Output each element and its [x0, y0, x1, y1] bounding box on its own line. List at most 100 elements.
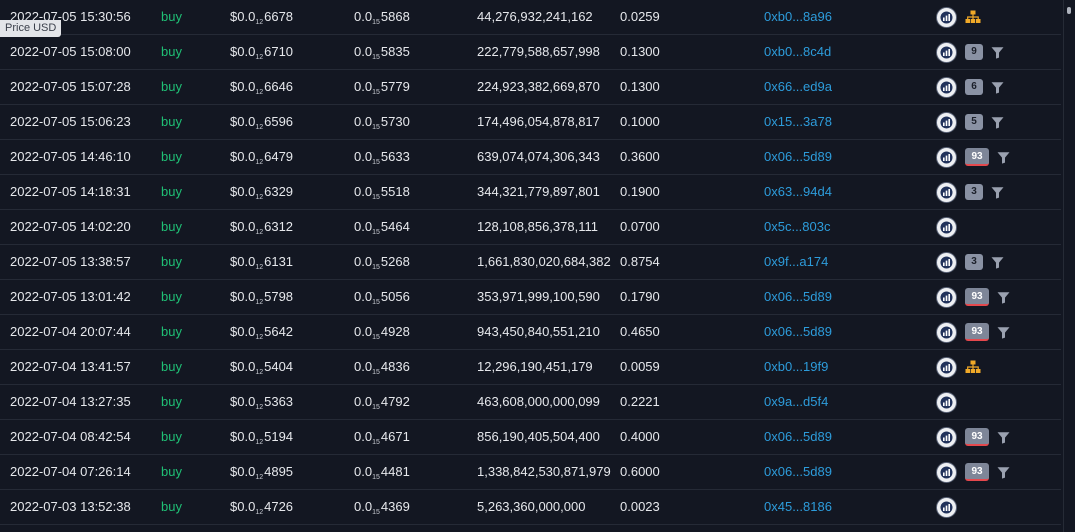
etherscan-icon[interactable] — [936, 6, 957, 28]
etherscan-icon[interactable] — [936, 41, 957, 63]
etherscan-icon[interactable] — [936, 426, 957, 448]
price-zero-count: 12 — [255, 194, 264, 201]
etherscan-icon[interactable] — [936, 111, 957, 133]
maker-address-link[interactable]: 0x63...94d4 — [764, 175, 832, 209]
filter-icon[interactable] — [991, 116, 1004, 129]
maker-address-link[interactable]: 0x9a...d5f4 — [764, 385, 828, 419]
scrollbar-thumb[interactable] — [1067, 7, 1071, 14]
etherscan-icon[interactable] — [936, 251, 957, 273]
trade-amount: 639,074,074,306,343 — [477, 149, 600, 164]
etherscan-icon[interactable] — [936, 216, 957, 238]
maker-address-link[interactable]: 0xb0...8a96 — [764, 0, 832, 34]
trade-price-native: 0.0154481 — [354, 455, 410, 489]
trade-price-native: 0.0155056 — [354, 280, 410, 314]
trade-total: 0.0023 — [620, 499, 660, 514]
row-actions: 93 — [936, 455, 1010, 489]
maker-address-link[interactable]: 0x06...5d89 — [764, 280, 832, 314]
trade-amount: 224,923,382,669,870 — [477, 79, 600, 94]
row-actions — [936, 385, 957, 419]
maker-address-link[interactable]: 0x15...3a78 — [764, 105, 832, 139]
trade-price-usd: $0.0125194 — [230, 420, 293, 454]
price-digits: 5642 — [264, 324, 294, 339]
etherscan-icon[interactable] — [936, 391, 957, 413]
trade-count-badge[interactable]: 93 — [965, 148, 989, 166]
maker-address-link[interactable]: 0x45...8186 — [764, 490, 832, 524]
native-zero-count: 15 — [372, 159, 380, 166]
native-prefix: 0.0 — [354, 499, 373, 514]
trade-total: 0.4650 — [620, 324, 660, 339]
filter-icon[interactable] — [991, 81, 1004, 94]
maker-address-link[interactable]: 0x06...5d89 — [764, 420, 832, 454]
maker-address-link[interactable]: 0x9f...a174 — [764, 245, 828, 279]
maker-address-link[interactable]: 0x5c...803c — [764, 210, 831, 244]
trade-date: 2022-07-05 13:38:57 — [10, 254, 131, 269]
trade-amount: 128,108,856,378,111 — [477, 219, 598, 234]
native-prefix: 0.0 — [354, 429, 373, 444]
filter-icon[interactable] — [997, 291, 1010, 304]
etherscan-icon[interactable] — [936, 496, 957, 518]
etherscan-icon[interactable] — [936, 286, 957, 308]
price-zero-count: 12 — [255, 229, 264, 236]
price-prefix: $0.0 — [230, 149, 256, 164]
trade-count-badge[interactable]: 3 — [965, 254, 983, 270]
etherscan-icon[interactable] — [936, 181, 957, 203]
hierarchy-icon[interactable] — [965, 10, 981, 24]
filter-icon[interactable] — [991, 186, 1004, 199]
filter-icon[interactable] — [991, 256, 1004, 269]
trade-total: 0.1300 — [620, 79, 660, 94]
trade-count-badge[interactable]: 5 — [965, 114, 983, 130]
native-digits: 4836 — [380, 359, 410, 374]
etherscan-icon[interactable] — [936, 321, 957, 343]
price-prefix: $0.0 — [230, 429, 256, 444]
trade-total: 0.3600 — [620, 149, 660, 164]
filter-icon[interactable] — [991, 46, 1004, 59]
hierarchy-icon[interactable] — [965, 360, 981, 374]
native-digits: 4928 — [380, 324, 410, 339]
row-actions — [936, 350, 981, 384]
maker-address-link[interactable]: 0x06...5d89 — [764, 455, 832, 489]
trade-row: 2022-07-04 08:42:54 buy $0.0125194 0.015467… — [0, 420, 1061, 455]
trade-price-native: 0.0155268 — [354, 245, 410, 279]
etherscan-icon[interactable] — [936, 356, 957, 378]
filter-icon[interactable] — [997, 151, 1010, 164]
trade-date: 2022-07-05 14:02:20 — [10, 219, 131, 234]
etherscan-icon[interactable] — [936, 461, 957, 483]
scrollbar[interactable] — [1063, 0, 1075, 532]
trade-count-badge[interactable]: 6 — [965, 79, 983, 95]
row-actions: 93 — [936, 280, 1010, 314]
maker-address-link[interactable]: 0xb0...8c4d — [764, 35, 831, 69]
trade-count-badge[interactable]: 93 — [965, 463, 989, 481]
filter-icon[interactable] — [997, 326, 1010, 339]
maker-address-link[interactable]: 0x66...ed9a — [764, 70, 832, 104]
trade-count-badge[interactable]: 93 — [965, 288, 989, 306]
trade-row: 2022-07-05 14:46:10 buy $0.0126479 0.015563… — [0, 140, 1061, 175]
trade-count-badge[interactable]: 3 — [965, 184, 983, 200]
trade-type: buy — [161, 184, 182, 199]
price-prefix: $0.0 — [230, 324, 256, 339]
native-zero-count: 15 — [372, 229, 380, 236]
row-actions — [936, 0, 981, 34]
maker-address-link[interactable]: 0xb0...19f9 — [764, 350, 828, 384]
trade-price-usd: $0.0125642 — [230, 315, 293, 349]
native-zero-count: 15 — [372, 404, 380, 411]
trade-total: 0.0700 — [620, 219, 660, 234]
trade-price-native: 0.0155868 — [354, 0, 410, 34]
trade-amount: 856,190,405,504,400 — [477, 429, 600, 444]
trade-count-badge[interactable]: 93 — [965, 323, 989, 341]
trade-row: 2022-07-05 15:08:00 buy $0.0126710 0.015583… — [0, 35, 1061, 70]
trade-date: 2022-07-05 15:08:00 — [10, 44, 131, 59]
price-prefix: $0.0 — [230, 114, 256, 129]
native-prefix: 0.0 — [354, 324, 373, 339]
filter-icon[interactable] — [997, 466, 1010, 479]
maker-address-link[interactable]: 0x06...5d89 — [764, 315, 832, 349]
etherscan-icon[interactable] — [936, 146, 957, 168]
native-zero-count: 15 — [372, 369, 380, 376]
trade-count-badge[interactable]: 9 — [965, 44, 983, 60]
native-prefix: 0.0 — [354, 9, 373, 24]
etherscan-icon[interactable] — [936, 76, 957, 98]
trade-type: buy — [161, 149, 182, 164]
maker-address-link[interactable]: 0x06...5d89 — [764, 140, 832, 174]
trade-count-badge[interactable]: 93 — [965, 428, 989, 446]
filter-icon[interactable] — [997, 431, 1010, 444]
trade-price-native: 0.0155464 — [354, 210, 410, 244]
